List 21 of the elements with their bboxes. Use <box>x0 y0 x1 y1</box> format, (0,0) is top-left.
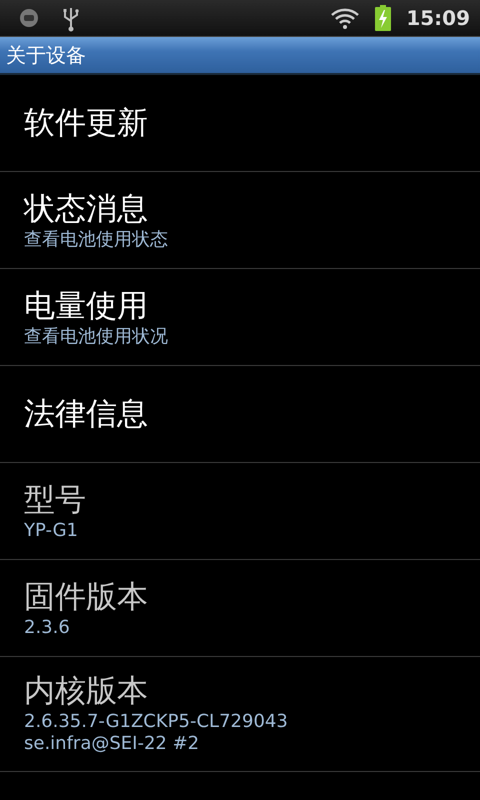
item-title: 固件版本 <box>24 578 149 617</box>
item-title: 状态消息 <box>24 190 149 229</box>
wifi-icon <box>330 6 360 30</box>
item-summary: YP-G1 <box>24 520 80 542</box>
item-summary: 2.6.35.7-G1ZCKP5-CL729043 se.infra@SEI-22 #2 <box>24 711 289 755</box>
settings-item[interactable]: 电量使用 查看电池使用状况 <box>0 269 480 366</box>
circle-icon <box>18 7 40 29</box>
item-title: 内核版本 <box>24 672 149 711</box>
item-summary: 2.3.6 <box>24 617 71 639</box>
item-title: 软件更新 <box>24 104 149 143</box>
battery-charging-icon <box>374 4 392 32</box>
item-title: 法律信息 <box>24 395 149 434</box>
clock-time: 15:09 <box>406 6 470 30</box>
item-summary: 查看电池使用状况 <box>24 326 169 348</box>
settings-item[interactable]: 软件更新 <box>0 75 480 172</box>
item-title: 型号 <box>24 481 87 520</box>
screen-title: 关于设备 <box>6 42 86 68</box>
settings-item[interactable]: 状态消息 查看电池使用状态 <box>0 172 480 269</box>
item-title: 电量使用 <box>24 287 149 326</box>
settings-item[interactable]: 法律信息 <box>0 366 480 463</box>
item-summary: 查看电池使用状态 <box>24 229 169 251</box>
